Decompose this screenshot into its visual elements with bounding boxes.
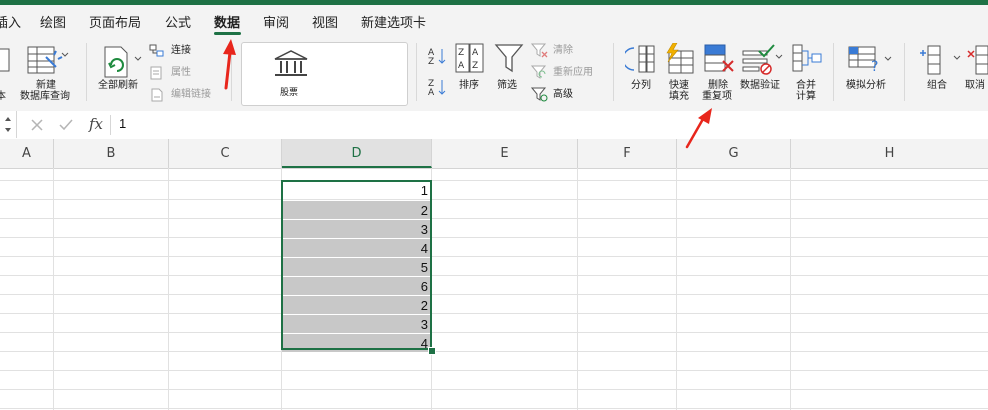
red-arrow-icon bbox=[223, 39, 236, 90]
annotation-overlay bbox=[223, 39, 712, 149]
red-arrow-icon bbox=[685, 108, 712, 149]
